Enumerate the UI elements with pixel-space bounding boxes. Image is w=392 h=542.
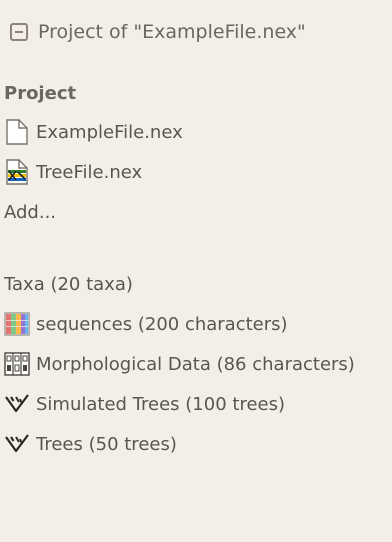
tree-block-simulated[interactable]: Simulated Trees (100 trees) [4, 390, 285, 418]
tree-icon [4, 391, 30, 417]
project-header: Project of "ExampleFile.nex" [10, 18, 306, 46]
matrix-item-morphological[interactable]: Morphological Data (86 characters) [4, 350, 355, 378]
add-file-link[interactable]: Add... [4, 198, 56, 226]
tree-icon [4, 431, 30, 457]
add-label: Add... [4, 201, 57, 223]
tree-block-trees[interactable]: Trees (50 trees) [4, 430, 177, 458]
sequence-matrix-icon [4, 311, 30, 337]
matrix-label: Morphological Data (86 characters) [36, 353, 355, 375]
project-file-treefile[interactable]: TreeFile.nex [4, 158, 142, 186]
matrix-item-sequences[interactable]: sequences (200 characters) [4, 310, 288, 338]
section-heading-label: Project [4, 82, 77, 104]
file-label: TreeFile.nex [36, 161, 143, 183]
taxa-item[interactable]: Taxa (20 taxa) [4, 270, 133, 298]
project-file-examplefile[interactable]: ExampleFile.nex [4, 118, 183, 146]
matrix-label: sequences (200 characters) [36, 313, 288, 335]
taxa-label: Taxa (20 taxa) [4, 273, 133, 295]
collapse-icon[interactable] [10, 23, 28, 41]
file-label: ExampleFile.nex [36, 121, 183, 143]
categorical-matrix-icon [4, 351, 30, 377]
document-icon [4, 119, 30, 145]
tree-file-icon [4, 159, 30, 185]
project-title: Project of "ExampleFile.nex" [38, 21, 306, 43]
tree-block-label: Simulated Trees (100 trees) [36, 393, 285, 415]
tree-block-label: Trees (50 trees) [36, 433, 177, 455]
project-section-heading: Project [4, 79, 76, 107]
